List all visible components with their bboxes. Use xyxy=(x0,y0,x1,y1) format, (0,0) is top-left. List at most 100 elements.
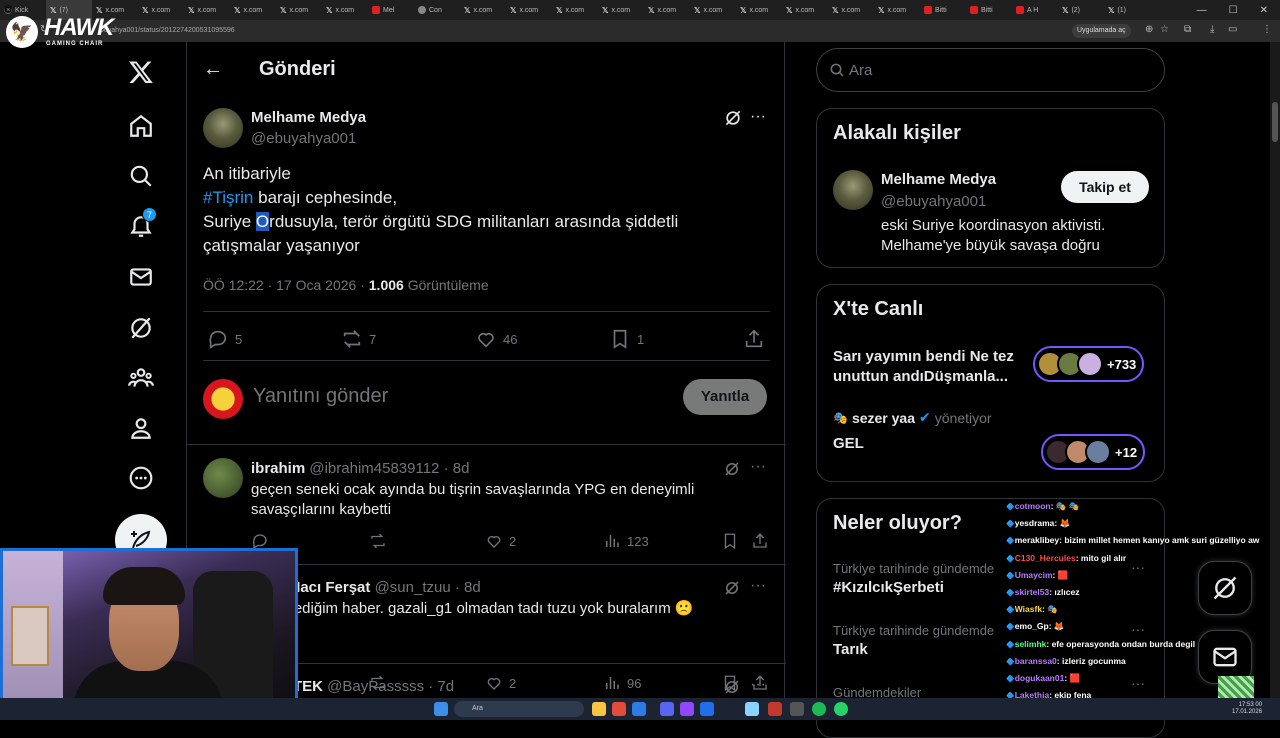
download-icon[interactable]: ⤓ xyxy=(1210,24,1214,35)
trend-item[interactable]: Türkiye tarihinde gündemde #KızılcıkŞerb… xyxy=(833,561,994,596)
more-options-icon[interactable] xyxy=(126,463,156,493)
extensions-icon[interactable]: ⧉ xyxy=(1184,24,1191,35)
app-icon[interactable] xyxy=(768,702,782,716)
suggested-user-name[interactable]: Melhame Medya xyxy=(881,171,996,188)
browser-tab[interactable]: 𝕏x.com × xyxy=(6,0,644,20)
more-menu-icon[interactable]: ··· xyxy=(750,577,766,595)
browser-tab[interactable]: 𝕏x.com × xyxy=(6,0,184,20)
live-listeners-pill[interactable]: +733 xyxy=(1033,346,1145,382)
reply-author-handle[interactable]: @sun_tzuu xyxy=(375,579,451,596)
explore-search-icon[interactable] xyxy=(126,161,156,191)
post-author-name[interactable]: Melhame Medya xyxy=(251,109,366,126)
browser-tab[interactable]: A H × xyxy=(6,0,1058,20)
repost-button[interactable] xyxy=(369,532,387,550)
follow-button[interactable]: Takip et xyxy=(1061,171,1149,203)
live-space-title[interactable]: Sarı yayımın bendi Ne tez unuttun andıDü… xyxy=(833,347,1023,387)
browser-tab[interactable]: 𝕏x.com × xyxy=(6,0,782,20)
browser-tab[interactable]: 𝕏 (1) × xyxy=(6,0,1150,20)
grok-icon[interactable] xyxy=(126,313,156,343)
avatar[interactable] xyxy=(833,170,873,210)
chrome-icon[interactable] xyxy=(612,702,626,716)
grok-explain-icon[interactable] xyxy=(723,108,743,133)
browser-tab[interactable]: 𝕏x.com × xyxy=(6,0,598,20)
browser-tab[interactable]: Mel × xyxy=(6,0,414,20)
taskbar-clock[interactable]: 17:53 00 17.01.2026 xyxy=(1232,702,1262,716)
search-input[interactable]: Ara xyxy=(816,48,1165,92)
obs-icon[interactable] xyxy=(680,702,694,716)
browser-tab[interactable]: 𝕏x.com × xyxy=(6,0,230,20)
live-space-title[interactable]: GEL xyxy=(833,435,864,452)
communities-icon[interactable] xyxy=(126,363,156,393)
reply-author-handle[interactable]: @ibrahim45839112 xyxy=(309,460,439,477)
spotify-icon[interactable] xyxy=(812,702,826,716)
app-icon[interactable] xyxy=(790,702,804,716)
more-menu-icon[interactable]: ··· xyxy=(750,108,766,126)
open-in-app-button[interactable]: Uygulamada aç xyxy=(1072,24,1131,38)
sidebar-icon[interactable]: ▭ xyxy=(1228,24,1237,35)
browser-tab[interactable]: Bitti × xyxy=(6,0,966,20)
like-button[interactable]: 46 xyxy=(475,328,517,350)
browser-tab[interactable]: 𝕏 (2) × xyxy=(6,0,1104,20)
reply-button[interactable]: 5 xyxy=(207,328,242,350)
like-button[interactable]: 2 xyxy=(485,674,516,692)
browser-tab[interactable]: Con × xyxy=(6,0,460,20)
avatar[interactable] xyxy=(203,108,243,148)
post-author-handle[interactable]: @ebuyahya001 xyxy=(251,130,356,147)
browser-tab[interactable]: 𝕏x.com × xyxy=(6,0,276,20)
browser-tab[interactable]: 𝕏x.com × xyxy=(6,0,552,20)
home-icon[interactable] xyxy=(126,111,156,141)
messages-envelope-icon[interactable] xyxy=(126,262,156,292)
browser-tab[interactable]: 𝕏x.com × xyxy=(6,0,368,20)
more-menu-icon[interactable]: ··· xyxy=(750,458,766,476)
bookmark-star-icon[interactable]: ☆ xyxy=(1160,24,1169,35)
close-window-icon[interactable]: ✕ xyxy=(1260,5,1268,16)
file-explorer-icon[interactable] xyxy=(592,702,606,716)
app-icon[interactable] xyxy=(745,702,759,716)
browser-tab[interactable]: 𝕏x.com × xyxy=(6,0,920,20)
x-logo-icon[interactable] xyxy=(126,57,156,87)
browser-tab[interactable]: Bitti × xyxy=(6,0,1012,20)
grok-explain-icon[interactable] xyxy=(723,579,741,602)
browser-tab[interactable]: 𝕏x.com × xyxy=(6,0,322,20)
reply-submit-button[interactable]: Yanıtla xyxy=(683,379,767,415)
views-button[interactable]: 123 xyxy=(603,532,649,550)
share-button[interactable] xyxy=(751,532,769,550)
scrollbar-thumb[interactable] xyxy=(1272,102,1278,142)
browser-tab[interactable]: 𝕏x.com × xyxy=(6,0,828,20)
profile-icon[interactable] xyxy=(126,413,156,443)
notifications-bell-icon[interactable]: 7 xyxy=(126,207,157,241)
steam-icon[interactable] xyxy=(700,702,714,716)
browser-tab[interactable]: 𝕏x.com × xyxy=(6,0,506,20)
like-button[interactable]: 2 xyxy=(485,532,516,550)
bookmark-button[interactable] xyxy=(721,532,739,550)
post-timestamp[interactable]: ÖÖ 12:22 · 17 Oca 2026 · xyxy=(203,277,365,293)
trend-item[interactable]: Türkiye tarihinde gündemde Tarık xyxy=(833,623,994,658)
browser-tab[interactable]: 𝕏x.com × xyxy=(6,0,736,20)
start-windows-icon[interactable] xyxy=(434,702,448,716)
views-button[interactable]: 96 xyxy=(603,674,641,692)
edge-icon[interactable] xyxy=(632,702,646,716)
suggested-user-handle[interactable]: @ebuyahya001 xyxy=(881,193,986,210)
reply-author-handle[interactable]: @BayPasssss xyxy=(327,678,424,695)
discord-icon[interactable] xyxy=(660,702,674,716)
taskbar-search[interactable]: Ara xyxy=(454,701,584,717)
browser-tab[interactable]: 𝕏x.com × xyxy=(6,0,690,20)
minimize-icon[interactable]: — xyxy=(1197,5,1207,16)
bookmark-button[interactable]: 1 xyxy=(609,328,644,350)
whatsapp-icon[interactable] xyxy=(834,702,848,716)
share-button[interactable] xyxy=(743,328,765,350)
menu-dots-icon[interactable]: ⋮ xyxy=(1262,24,1272,35)
back-arrow-icon[interactable]: ← xyxy=(203,58,223,81)
live-listeners-pill[interactable]: +12 xyxy=(1041,434,1146,470)
zoom-icon[interactable]: ⊕ xyxy=(1145,24,1153,35)
reply-input[interactable]: Yanıtını gönder xyxy=(253,385,388,408)
more-menu-icon[interactable]: ··· xyxy=(750,676,766,694)
avatar[interactable] xyxy=(203,458,243,498)
hashtag-link[interactable]: #Tişrin xyxy=(203,188,253,207)
repost-button[interactable]: 7 xyxy=(341,328,376,350)
maximize-icon[interactable]: ☐ xyxy=(1229,5,1238,16)
live-host-name[interactable]: sezer yaa xyxy=(852,410,915,426)
url-field[interactable]: buyahya001/status/2012274200531095596 xyxy=(100,23,1090,39)
grok-explain-icon[interactable] xyxy=(723,460,741,483)
reply-author-name[interactable]: ibrahim xyxy=(251,460,305,477)
